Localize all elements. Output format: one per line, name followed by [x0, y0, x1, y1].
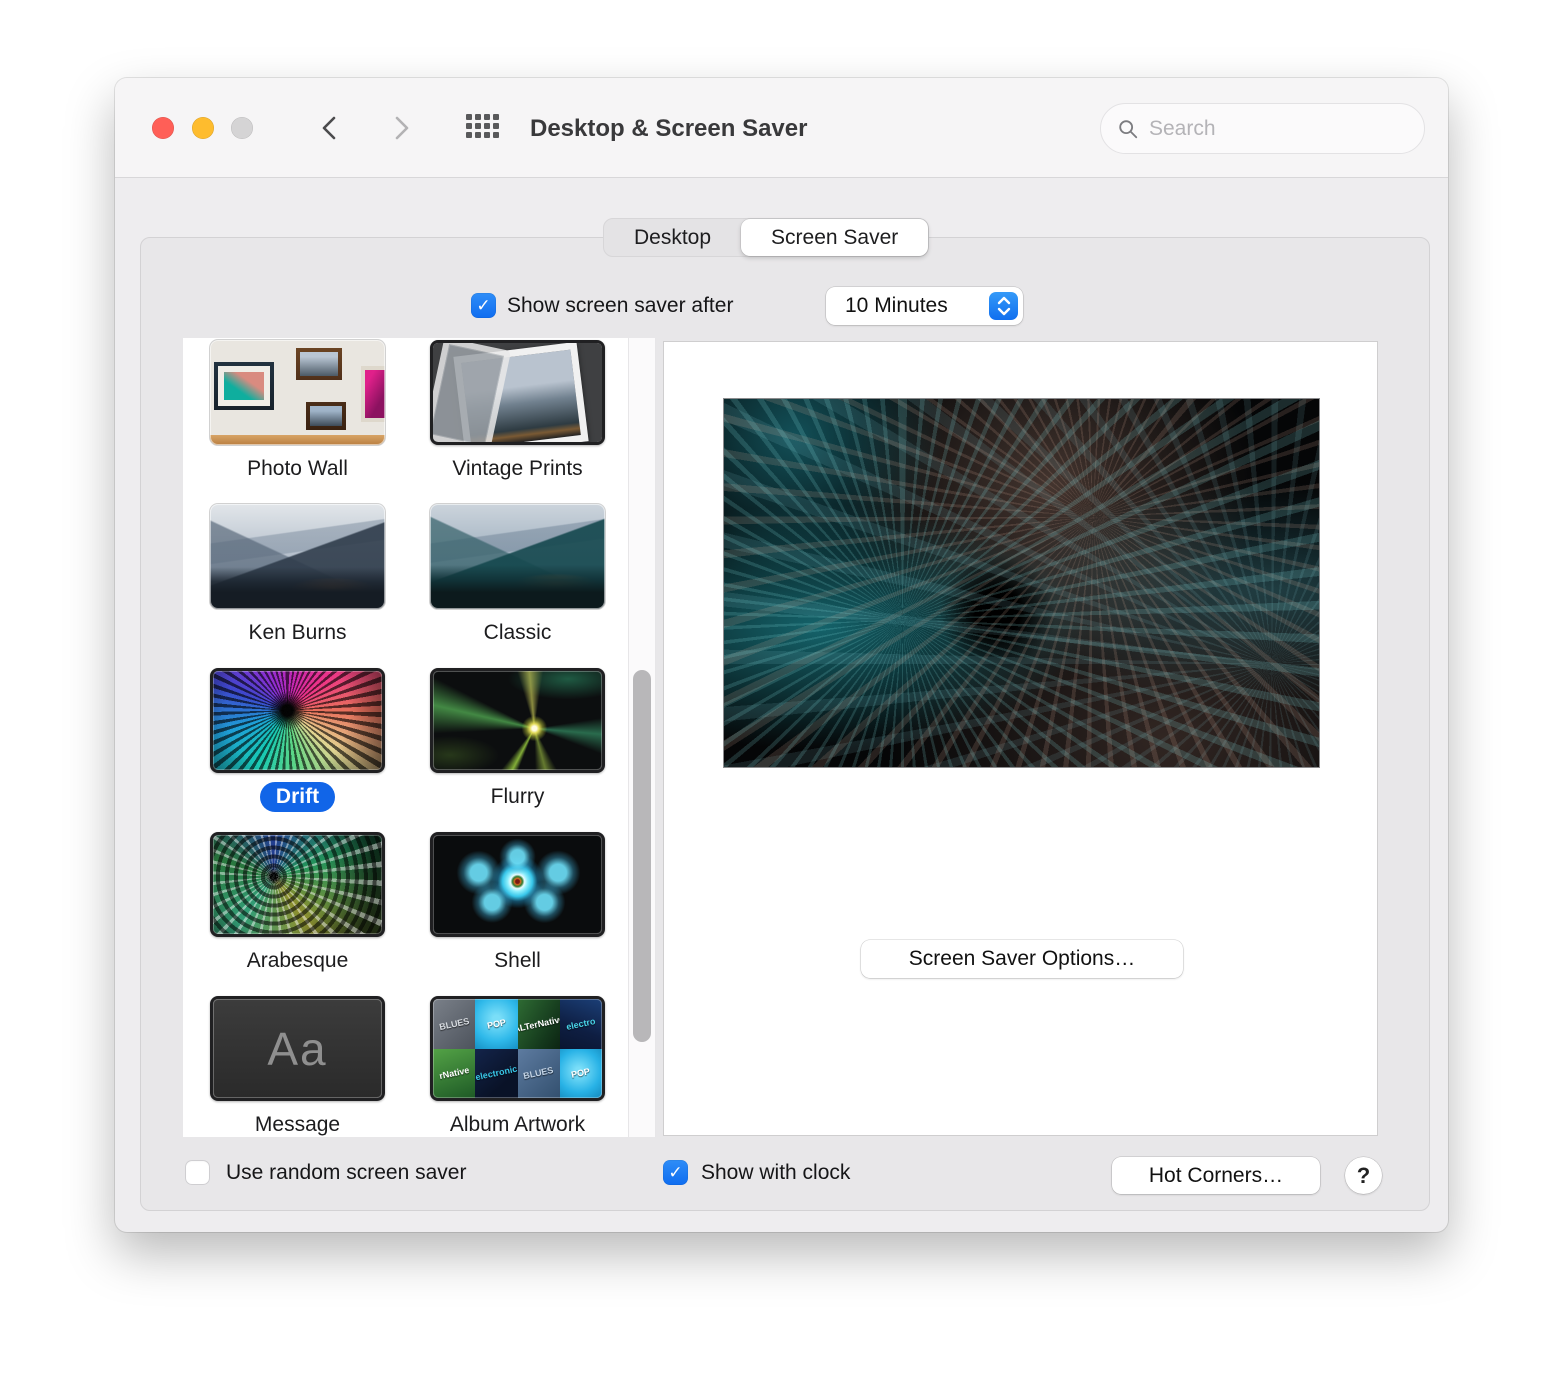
- close-window-button[interactable]: [152, 117, 174, 139]
- search-field[interactable]: [1100, 103, 1425, 154]
- saver-label: Arabesque: [246, 949, 349, 972]
- title-bar: Desktop & Screen Saver: [115, 78, 1448, 178]
- saver-item-arabesque[interactable]: Arabesque: [210, 832, 385, 976]
- saver-item-classic[interactable]: Classic: [430, 504, 605, 648]
- saver-label: Flurry: [490, 785, 545, 808]
- tab-desktop[interactable]: Desktop: [604, 219, 741, 256]
- window-title: Desktop & Screen Saver: [530, 115, 808, 142]
- flurry-thumbnail: [430, 668, 605, 773]
- show-screensaver-after-checkbox[interactable]: ✓: [471, 293, 496, 318]
- drift-preview-image: [723, 398, 1320, 768]
- album-tile-text: POP: [570, 1066, 592, 1081]
- album-artwork-thumbnail: BLUES POP ALTerNative electro rNative el…: [430, 996, 605, 1101]
- search-input[interactable]: [1149, 116, 1408, 141]
- saver-label: Ken Burns: [248, 621, 347, 644]
- ken-burns-thumbnail: [210, 504, 385, 609]
- saver-item-drift[interactable]: Drift: [210, 668, 385, 812]
- saver-item-ken-burns[interactable]: Ken Burns: [210, 504, 385, 648]
- saver-item-album-artwork[interactable]: BLUES POP ALTerNative electro rNative el…: [430, 996, 605, 1137]
- delay-value: 10 Minutes: [845, 294, 948, 317]
- stepper-icon: [989, 292, 1018, 320]
- screensaver-list: Photo Wall Vintage Prints Ken Burns Clas…: [183, 338, 628, 1137]
- vintage-prints-thumbnail: [430, 340, 605, 445]
- saver-label: Classic: [483, 621, 552, 644]
- checkmark-icon: ✓: [476, 296, 491, 315]
- saver-item-message[interactable]: Aa Message: [210, 996, 385, 1137]
- desktop-screensaver-window: Desktop & Screen Saver Desktop Screen Sa…: [115, 78, 1448, 1232]
- album-tile-text: ALTerNative: [517, 1013, 560, 1035]
- saver-label: Album Artwork: [449, 1113, 586, 1136]
- help-button[interactable]: ?: [1345, 1157, 1382, 1194]
- album-tile-text: BLUES: [522, 1065, 555, 1082]
- use-random-checkbox[interactable]: ✓: [185, 1160, 210, 1185]
- zoom-window-button[interactable]: [231, 117, 253, 139]
- search-icon: [1119, 119, 1138, 138]
- photo-wall-thumbnail: [210, 340, 385, 445]
- back-button[interactable]: [316, 114, 344, 142]
- show-with-clock-label: Show with clock: [701, 1161, 851, 1184]
- drift-thumbnail: [210, 668, 385, 773]
- classic-thumbnail: [430, 504, 605, 609]
- tab-screen-saver[interactable]: Screen Saver: [741, 219, 929, 256]
- album-tile-text: electro: [565, 1015, 597, 1032]
- checkmark-icon: ✓: [668, 1163, 683, 1182]
- minimize-window-button[interactable]: [192, 117, 214, 139]
- message-thumbnail: Aa: [210, 996, 385, 1101]
- saver-item-vintage-prints[interactable]: Vintage Prints: [430, 340, 605, 484]
- screen-saver-options-button[interactable]: Screen Saver Options…: [861, 940, 1183, 978]
- preview-panel: [663, 341, 1378, 1136]
- saver-label: Vintage Prints: [452, 457, 583, 480]
- saver-item-flurry[interactable]: Flurry: [430, 668, 605, 812]
- show-all-preferences-icon[interactable]: [466, 114, 499, 141]
- saver-label: Message: [254, 1113, 341, 1136]
- use-random-label: Use random screen saver: [226, 1161, 467, 1184]
- show-screensaver-after-label: Show screen saver after: [507, 294, 734, 317]
- saver-item-shell[interactable]: Shell: [430, 832, 605, 976]
- album-tile-text: rNative: [438, 1065, 471, 1082]
- saver-item-photo-wall[interactable]: Photo Wall: [210, 340, 385, 484]
- screenshot-canvas: Desktop & Screen Saver Desktop Screen Sa…: [0, 0, 1560, 1376]
- shell-thumbnail: [430, 832, 605, 937]
- album-tile-text: electronic: [475, 1063, 518, 1083]
- album-tile-text: BLUES: [438, 1015, 471, 1032]
- delay-dropdown[interactable]: 10 Minutes: [826, 287, 1023, 325]
- album-tile-text: POP: [486, 1016, 507, 1031]
- tab-bar: Desktop Screen Saver: [603, 218, 930, 257]
- arabesque-thumbnail: [210, 832, 385, 937]
- hot-corners-button[interactable]: Hot Corners…: [1112, 1157, 1320, 1194]
- message-sample-text: Aa: [267, 1022, 328, 1075]
- list-scrollbar-track[interactable]: [628, 338, 656, 1137]
- list-scrollbar-thumb[interactable]: [633, 670, 651, 1042]
- show-with-clock-checkbox[interactable]: ✓: [663, 1160, 688, 1185]
- saver-label: Shell: [494, 949, 541, 972]
- saver-label: Photo Wall: [247, 457, 348, 480]
- forward-button[interactable]: [387, 114, 415, 142]
- saver-label-selected: Drift: [259, 782, 336, 812]
